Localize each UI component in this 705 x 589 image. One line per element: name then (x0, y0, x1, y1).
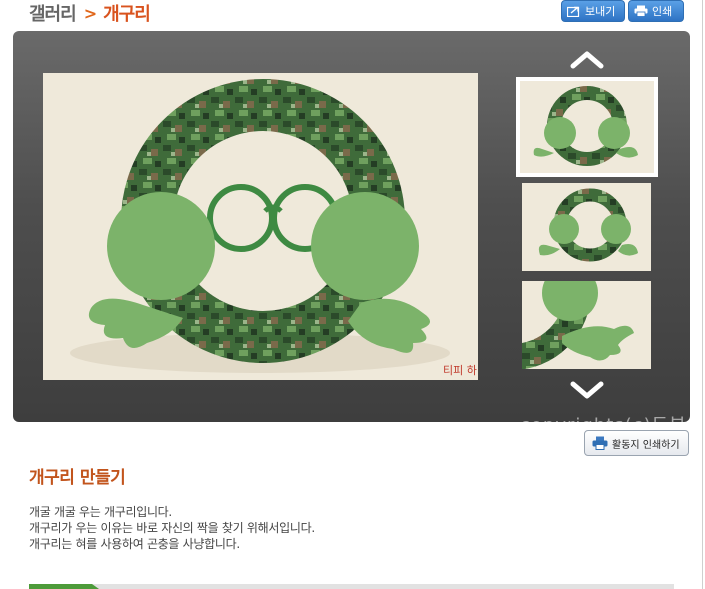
gallery-viewer: 티피 하 (13, 31, 690, 422)
section-divider (29, 584, 674, 589)
thumbnail-1-image (520, 81, 654, 173)
printer-activity-icon (592, 436, 608, 450)
printer-icon (634, 5, 648, 17)
send-button-label: 보내기 (585, 5, 616, 18)
description-line: 개구리는 혀를 사용하여 곤충을 사냥합니다. (29, 537, 240, 551)
activity-sheet-print-label: 활동지 인쇄하기 (612, 439, 680, 451)
thumbnail-1[interactable] (516, 77, 658, 177)
thumbnail-3[interactable] (522, 281, 651, 369)
description-line: 개굴 개굴 우는 개구리입니다. (29, 505, 172, 519)
thumbnail-2-image (522, 183, 651, 271)
activity-sheet-print-button[interactable]: 활동지 인쇄하기 (584, 430, 689, 456)
send-button[interactable]: 보내기 (561, 0, 625, 22)
chevron-down-icon[interactable] (570, 381, 604, 399)
svg-text:티피 하: 티피 하 (443, 363, 477, 377)
breadcrumb-current: 개구리 (103, 4, 151, 25)
item-description: 개굴 개굴 우는 개구리입니다. 개구리가 우는 이유는 바로 자신의 짝을 찾… (29, 504, 315, 552)
copyright-watermark: copyrights(c)도부 (520, 411, 687, 422)
item-title: 개구리 만들기 (29, 468, 126, 488)
send-icon (567, 6, 580, 17)
breadcrumb-parent[interactable]: 갤러리 (29, 0, 77, 26)
description-line: 개구리가 우는 이유는 바로 자신의 짝을 찾기 위해서입니다. (29, 521, 315, 535)
main-photo[interactable]: 티피 하 (43, 73, 478, 380)
print-button-label: 인쇄 (652, 5, 673, 18)
frog-craft-image: 티피 하 (43, 73, 478, 380)
section-tab-marker (29, 584, 99, 589)
page-edge-divider (702, 0, 703, 589)
chevron-up-icon[interactable] (570, 51, 604, 69)
top-actions: 보내기 인쇄 (561, 0, 684, 22)
breadcrumb: 갤러리 > 개구리 (29, 0, 151, 26)
thumbnail-2[interactable] (522, 183, 651, 271)
print-button[interactable]: 인쇄 (628, 0, 684, 22)
breadcrumb-separator-icon: > (83, 3, 98, 23)
thumbnail-3-image (522, 281, 651, 369)
